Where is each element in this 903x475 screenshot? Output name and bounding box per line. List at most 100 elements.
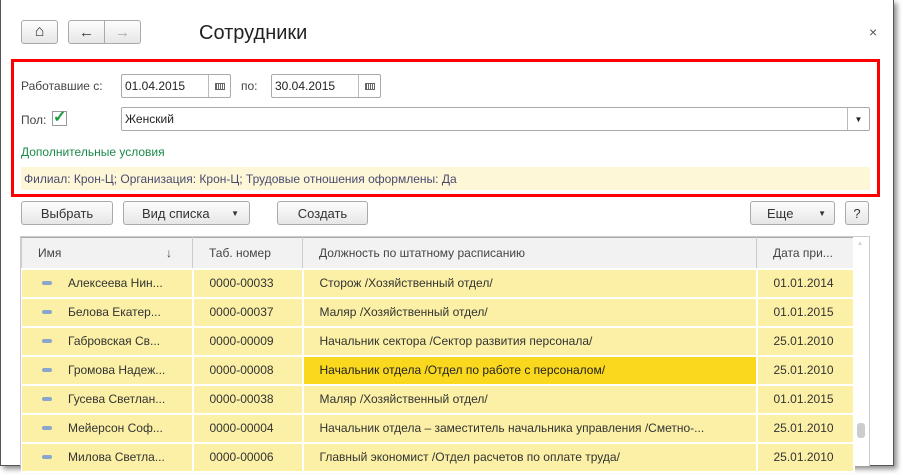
tab-number-cell[interactable]: 0000-00009 [192, 325, 304, 357]
tab-number-cell[interactable]: 0000-00006 [192, 441, 304, 473]
hire-date-text: 01.01.2015 [773, 392, 834, 406]
position-text: Начальник отдела – заместитель начальник… [319, 421, 705, 435]
tab-number-text: 0000-00009 [209, 334, 274, 348]
hire-date-text: 25.01.2010 [773, 334, 834, 348]
chevron-down-icon: ▼ [231, 208, 239, 218]
position-cell[interactable]: Маляр /Хозяйственный отдел/ [302, 383, 758, 415]
employee-name-cell[interactable]: Громова Надеж... [21, 354, 194, 386]
position-cell[interactable]: Начальник отдела – заместитель начальник… [302, 412, 758, 444]
employee-name-text: Милова Светла... [68, 450, 165, 464]
home-button[interactable]: ⌂ [21, 20, 58, 44]
page-title: Сотрудники [199, 22, 308, 44]
back-button[interactable]: ← [68, 20, 105, 44]
more-label: Еще [767, 205, 794, 221]
employee-icon [42, 367, 52, 372]
employee-name-cell[interactable]: Белова Екатер... [21, 296, 194, 328]
gender-checkbox[interactable]: ✓ [52, 110, 67, 126]
scrollbar-thumb[interactable] [857, 423, 865, 438]
position-text: Главный экономист /Отдел расчетов по опл… [319, 450, 620, 464]
employee-name-cell[interactable]: Габровская Св... [21, 325, 194, 357]
column-header-position[interactable]: Должность по штатному расписанию [302, 237, 757, 269]
table-row[interactable]: Алексеева Нин... 0000-00033 Сторож /Хозяйс… [21, 267, 855, 299]
employee-name-cell[interactable]: Алексеева Нин... [21, 267, 194, 299]
hire-date-text: 01.01.2015 [773, 305, 834, 319]
to-date-input[interactable]: 30.04.2015 [271, 74, 381, 98]
hire-date-cell[interactable]: 01.01.2014 [756, 267, 855, 299]
position-cell[interactable]: Начальник отдела /Отдел по работе с перс… [302, 354, 758, 386]
vertical-scrollbar[interactable]: ▲ [853, 237, 869, 466]
tab-number-cell[interactable]: 0000-00004 [192, 412, 304, 444]
tab-number-text: 0000-00033 [209, 276, 274, 290]
position-text: Сторож /Хозяйственный отдел/ [319, 276, 493, 290]
tab-number-cell[interactable]: 0000-00008 [192, 354, 304, 386]
hire-date-cell[interactable]: 25.01.2010 [756, 325, 855, 357]
employee-icon [42, 425, 52, 430]
employee-name-text: Громова Надеж... [68, 363, 166, 377]
from-date-input[interactable]: 01.04.2015 [121, 74, 231, 98]
tab-number-cell[interactable]: 0000-00033 [192, 267, 304, 299]
tab-number-cell[interactable]: 0000-00037 [192, 296, 304, 328]
view-list-button[interactable]: Вид списка ▼ [123, 201, 250, 225]
calendar-icon[interactable] [208, 75, 230, 97]
column-header-name[interactable]: Имя ↓ [21, 237, 193, 269]
calendar-icon[interactable] [358, 75, 380, 97]
gender-label: Пол: [21, 113, 47, 127]
employee-name-cell[interactable]: Мейерсон Соф... [21, 412, 194, 444]
tab-number-cell[interactable]: 0000-00038 [192, 383, 304, 415]
from-date-value: 01.04.2015 [125, 79, 186, 93]
hire-date-cell[interactable]: 25.01.2010 [756, 412, 855, 444]
table-row[interactable]: Мейерсон Соф... 0000-00004 Начальник отдел… [21, 412, 855, 444]
employee-name-text: Мейерсон Соф... [68, 421, 163, 435]
tab-number-text: 0000-00038 [209, 392, 274, 406]
home-icon: ⌂ [34, 23, 45, 40]
tab-number-text: 0000-00006 [209, 450, 274, 464]
extra-conditions-summary: Филиал: Крон-Ц; Организация: Крон-Ц; Тру… [21, 167, 870, 190]
hire-date-text: 01.01.2014 [773, 276, 834, 290]
table-row[interactable]: Гусева Светлан... 0000-00038 Маляр /Хозяйс… [21, 383, 855, 415]
employee-name-cell[interactable]: Милова Светла... [21, 441, 194, 473]
employees-table: Имя ↓ Таб. номер Должность по штатному ра… [21, 237, 855, 473]
tab-number-text: 0000-00004 [209, 421, 274, 435]
scroll-up-icon[interactable]: ▲ [857, 241, 863, 247]
table-row[interactable]: Милова Светла... 0000-00006 Главный эконом… [21, 441, 855, 473]
hire-date-cell[interactable]: 01.01.2015 [756, 296, 855, 328]
employee-name-text: Гусева Светлан... [68, 392, 166, 406]
hire-date-text: 25.01.2010 [773, 450, 834, 464]
column-header-tab-number[interactable]: Таб. номер [192, 237, 303, 269]
from-label: Работавшие с: [21, 79, 103, 93]
employee-name-text: Алексеева Нин... [68, 276, 163, 290]
extra-conditions-link[interactable]: Дополнительные условия [21, 145, 165, 159]
position-cell[interactable]: Главный экономист /Отдел расчетов по опл… [302, 441, 758, 473]
position-cell[interactable]: Начальник сектора /Сектор развития персо… [302, 325, 758, 357]
arrow-right-icon: → [115, 23, 130, 41]
hire-date-cell[interactable]: 25.01.2010 [756, 441, 855, 473]
table-row[interactable]: Громова Надеж... 0000-00008 Начальник отде… [21, 354, 855, 386]
close-button[interactable]: × [869, 24, 877, 40]
select-button[interactable]: Выбрать [21, 201, 113, 225]
position-cell[interactable]: Маляр /Хозяйственный отдел/ [302, 296, 758, 328]
arrow-left-icon: ← [79, 23, 94, 41]
column-header-hire-date[interactable]: Дата при... [756, 237, 854, 269]
employees-window: ⌂ ← → Сотрудники × Работавшие с: 01.04.2… [0, 0, 894, 473]
gender-select[interactable]: Женский ▼ [121, 107, 870, 131]
view-list-label: Вид списка [142, 205, 210, 221]
employee-name-cell[interactable]: Гусева Светлан... [21, 383, 194, 415]
position-text: Маляр /Хозяйственный отдел/ [319, 392, 488, 406]
to-date-value: 30.04.2015 [275, 79, 336, 93]
table-row[interactable]: Белова Екатер... 0000-00037 Маляр /Хозяйст… [21, 296, 855, 328]
tab-number-text: 0000-00008 [209, 363, 274, 377]
position-cell[interactable]: Сторож /Хозяйственный отдел/ [302, 267, 758, 299]
forward-button[interactable]: → [104, 20, 141, 44]
create-label: Создать [297, 205, 348, 221]
chevron-down-icon[interactable]: ▼ [847, 108, 869, 130]
employee-name-text: Габровская Св... [68, 334, 161, 348]
hire-date-text: 25.01.2010 [773, 363, 834, 377]
select-label: Выбрать [40, 205, 94, 221]
hire-date-cell[interactable]: 01.01.2015 [756, 383, 855, 415]
employee-icon [42, 396, 52, 401]
create-button[interactable]: Создать [277, 201, 368, 225]
table-row[interactable]: Габровская Св... 0000-00009 Начальник сект… [21, 325, 855, 357]
hire-date-cell[interactable]: 25.01.2010 [756, 354, 855, 386]
more-button[interactable]: Еще ▼ [750, 201, 835, 225]
help-button[interactable]: ? [845, 201, 869, 225]
